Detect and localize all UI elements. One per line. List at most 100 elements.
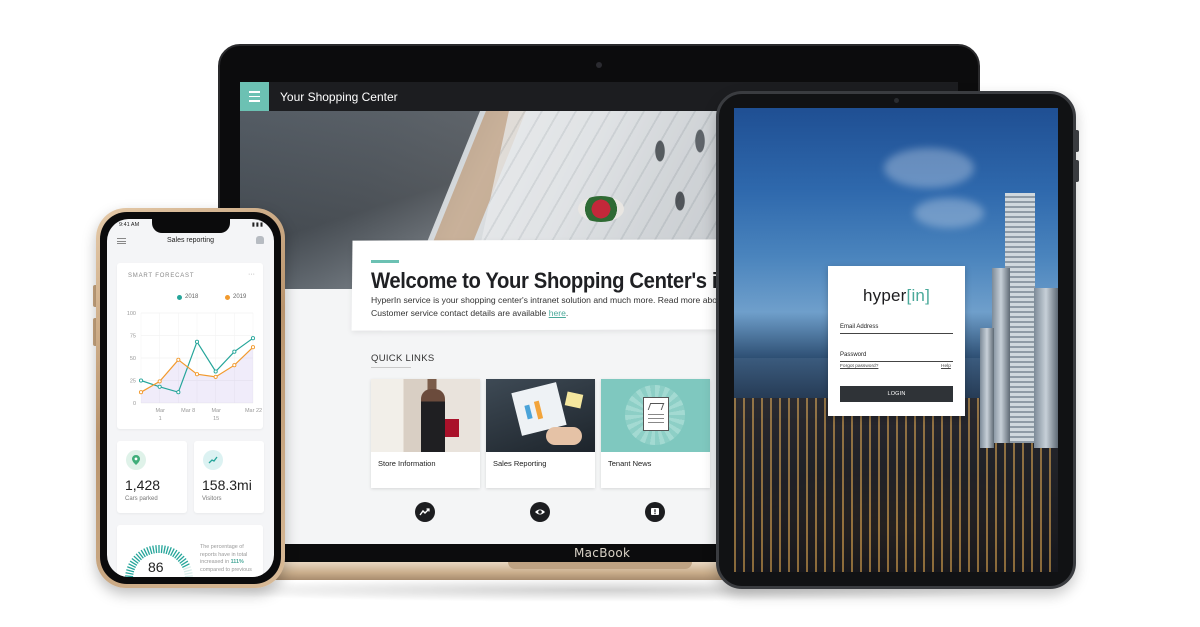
quick-link-label: Sales Reporting [493, 459, 547, 468]
gauge-text-line: compared to previous [200, 566, 252, 573]
smart-forecast-card: SMART FORECAST ··· 2018 2019 100 75 50 25 0 M… [117, 263, 263, 429]
quick-links-underline [371, 367, 411, 368]
tenant-news-image [601, 379, 710, 452]
sales-reporting-image [486, 379, 595, 452]
laptop-camera [596, 62, 602, 68]
gauge-tick [183, 569, 192, 573]
skyscraper-image [980, 328, 994, 448]
phone-screen: 9:41 AM ▮▮▮ Sales reporting SMART FORECA… [107, 219, 274, 577]
gauge-text-line: increased in 111% [200, 559, 270, 567]
password-field[interactable] [840, 361, 953, 362]
tablet-volume-button [1075, 130, 1079, 152]
login-card: hyper[in] Email Address Password Forgot … [828, 266, 965, 416]
data-point-2019 [232, 363, 237, 368]
quick-link-tenant-news[interactable]: Tenant News [601, 379, 710, 488]
logo-word: hyper [862, 286, 907, 305]
stat-label: Visitors [202, 496, 222, 502]
gauge-text-line: The percentage of [200, 544, 244, 550]
gauge-tick [167, 547, 172, 555]
gauge-tick [184, 575, 193, 577]
stat-label: Cars parked [125, 496, 158, 502]
gauge-description: The percentage of reports have in total … [200, 544, 270, 574]
stat-value: 1,428 [125, 477, 161, 493]
data-point-2019 [176, 357, 181, 362]
gauge-tick [125, 572, 134, 575]
data-point-2018 [176, 390, 181, 395]
store-information-image [371, 379, 480, 452]
tablet-volume-button [1075, 160, 1079, 182]
y-tick-label: 75 [130, 334, 136, 340]
gauge-tick [152, 545, 155, 554]
status-time: 9:41 AM [119, 222, 140, 228]
x-tick-label: 15 [213, 416, 219, 422]
welcome-line-2-end: . [565, 308, 569, 318]
email-label: Email Address [840, 324, 879, 330]
forecast-line-chart: 100 75 50 25 0 Mar 1 Mar 8 Mar 15 Mar 22 [127, 311, 262, 422]
gauge-tick [165, 546, 169, 555]
gauge-tick [149, 546, 153, 555]
quick-link-sales-reporting[interactable]: Sales Reporting [486, 379, 595, 488]
data-point-2019 [250, 345, 256, 350]
sky-cloud [884, 148, 974, 188]
y-tick-label: 0 [133, 401, 136, 407]
skyscraper-image [992, 268, 1010, 443]
data-point-2019 [157, 379, 162, 384]
data-point-2019 [213, 374, 218, 379]
help-link[interactable]: Help [941, 364, 951, 369]
quick-link-label: Tenant News [608, 459, 652, 468]
tablet-camera [894, 98, 899, 103]
logo-bracket: ] [925, 286, 931, 305]
data-point-2018 [213, 369, 218, 374]
eye-icon[interactable] [530, 502, 550, 522]
forgot-password-link[interactable]: Forgot password? [840, 364, 878, 369]
phone-notch [152, 219, 230, 233]
gauge-tick [146, 547, 151, 555]
laptop-brand-label: MacBook [574, 546, 631, 560]
hyperin-logo: hyper[in] [828, 286, 965, 306]
gauge-highlight: 111% [230, 559, 244, 566]
data-point-2018 [194, 339, 200, 344]
data-point-2018 [138, 378, 144, 383]
x-tick-label: 1 [159, 416, 162, 422]
gauge-tick [155, 545, 158, 554]
gauge-tick [125, 575, 134, 577]
data-point-2019 [138, 390, 144, 395]
login-button[interactable]: LOGIN [840, 386, 953, 402]
password-label: Password [840, 352, 867, 358]
data-point-2018 [157, 384, 162, 389]
gauge-value: 86 [148, 559, 164, 575]
skyscraper-image [1034, 288, 1058, 448]
welcome-line-2-text: Customer service contact details are ava… [371, 308, 549, 318]
notification-bell-icon[interactable] [256, 236, 264, 244]
logo-bracket-word: in [911, 286, 926, 305]
stat-card-visitors: 158.3mi Visitors [194, 441, 264, 513]
gauge-tick [126, 569, 135, 573]
location-pin-icon [126, 450, 146, 470]
x-tick-label: Mar [155, 408, 165, 414]
stat-card-cars-parked: 1,428 Cars parked [117, 441, 187, 513]
trend-up-icon[interactable] [415, 502, 435, 522]
gauge-text-prefix: increased in [200, 559, 231, 566]
x-tick-label: Mar 22 [245, 408, 262, 414]
page-title: Sales reporting [166, 237, 215, 244]
gauge-tick [163, 545, 166, 554]
y-tick-label: 25 [130, 379, 136, 385]
contact-details-link[interactable]: here [549, 308, 566, 318]
gauge-text-line: reports have in total [200, 551, 248, 558]
y-tick-label: 100 [127, 311, 136, 317]
quick-link-store-information[interactable]: Store Information [371, 379, 480, 488]
gauge-tick [184, 572, 193, 575]
data-point-2019 [194, 372, 200, 377]
email-field[interactable] [840, 333, 953, 334]
sky-cloud [914, 198, 984, 228]
quick-link-label: Store Information [378, 459, 436, 468]
quick-links-title: QUICK LINKS [371, 353, 435, 364]
gauge-tick [127, 566, 135, 571]
laptop-notch [508, 562, 692, 569]
x-tick-label: Mar [211, 408, 221, 414]
trend-icon [203, 450, 223, 470]
data-point-2018 [250, 336, 256, 341]
gauge-tick [183, 566, 191, 571]
alert-icon[interactable] [645, 502, 665, 522]
data-point-2018 [232, 349, 237, 354]
